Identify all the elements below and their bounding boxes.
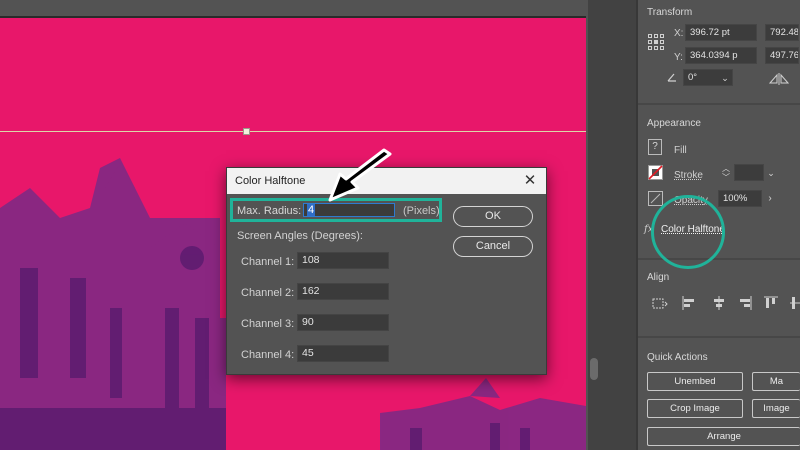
- stroke-chevron-down-icon[interactable]: ⌄: [765, 165, 777, 181]
- channel-3-input[interactable]: 90: [297, 314, 389, 331]
- scrollbar-thumb[interactable]: [590, 358, 598, 380]
- reference-point-icon[interactable]: [648, 34, 664, 50]
- unembed-button[interactable]: Unembed: [647, 372, 743, 391]
- w-field[interactable]: 792.48: [765, 24, 799, 41]
- y-label: Y:: [674, 52, 683, 63]
- align-title: Align: [647, 272, 670, 283]
- stroke-none-icon[interactable]: [648, 165, 663, 180]
- quick-actions-title: Quick Actions: [647, 352, 708, 363]
- channel-4-label: Channel 4:: [241, 349, 295, 361]
- channel-3-label: Channel 3:: [241, 318, 295, 330]
- fill-label: Fill: [674, 145, 687, 156]
- align-right-icon[interactable]: [736, 294, 754, 312]
- cancel-button[interactable]: Cancel: [453, 236, 533, 257]
- crop-image-button[interactable]: Crop Image: [647, 399, 743, 418]
- section-divider: [638, 336, 800, 338]
- h-field[interactable]: 497.76: [765, 47, 799, 64]
- opacity-icon: [648, 191, 663, 206]
- guide-line: [0, 131, 586, 132]
- flip-horizontal-icon[interactable]: [769, 73, 789, 85]
- arrange-button[interactable]: Arrange: [647, 427, 800, 446]
- stroke-stepper-icon[interactable]: ︿ ﹀: [720, 164, 732, 182]
- rotate-angle-icon: [667, 73, 676, 82]
- ok-button[interactable]: OK: [453, 206, 533, 227]
- stroke-weight-field[interactable]: [734, 164, 764, 181]
- max-radius-value: 4: [307, 204, 316, 216]
- panel-gutter: [600, 0, 638, 450]
- chevron-down-icon[interactable]: ⌄: [718, 70, 732, 86]
- transform-title: Transform: [647, 7, 693, 18]
- channel-2-label: Channel 2:: [241, 287, 295, 299]
- channel-2-input[interactable]: 162: [297, 283, 389, 300]
- align-left-icon[interactable]: [680, 294, 698, 312]
- opacity-field[interactable]: 100%: [718, 190, 762, 207]
- channel-4-input[interactable]: 45: [297, 345, 389, 362]
- fill-question-icon[interactable]: ?: [648, 139, 662, 155]
- image-trace-button[interactable]: Image: [752, 399, 800, 418]
- channel-1-input[interactable]: 108: [297, 252, 389, 269]
- align-vertical-center-icon[interactable]: [788, 294, 800, 312]
- screen-angles-label: Screen Angles (Degrees):: [237, 230, 363, 242]
- arrow-annotation-icon: [328, 148, 392, 202]
- vertical-scrollbar[interactable]: [588, 0, 600, 450]
- align-top-icon[interactable]: [762, 294, 780, 312]
- anchor-handle[interactable]: [243, 128, 250, 135]
- stroke-label[interactable]: Stroke: [674, 170, 703, 181]
- max-radius-unit: (Pixels): [403, 205, 440, 217]
- section-divider: [638, 103, 800, 105]
- dialog-title: Color Halftone: [235, 175, 306, 187]
- appearance-title: Appearance: [647, 118, 701, 129]
- max-radius-label: Max. Radius:: [237, 205, 302, 217]
- y-field[interactable]: 364.0394 p: [685, 47, 757, 64]
- mask-button[interactable]: Ma: [752, 372, 800, 391]
- align-to-selection-icon[interactable]: [650, 294, 668, 312]
- opacity-chevron-right-icon[interactable]: ›: [764, 191, 776, 207]
- close-icon[interactable]: ✕: [522, 173, 538, 189]
- highlight-circle: [651, 195, 725, 269]
- x-field[interactable]: 396.72 pt: [685, 24, 757, 41]
- align-center-icon[interactable]: [710, 294, 728, 312]
- channel-1-label: Channel 1:: [241, 256, 295, 268]
- x-label: X:: [674, 28, 684, 39]
